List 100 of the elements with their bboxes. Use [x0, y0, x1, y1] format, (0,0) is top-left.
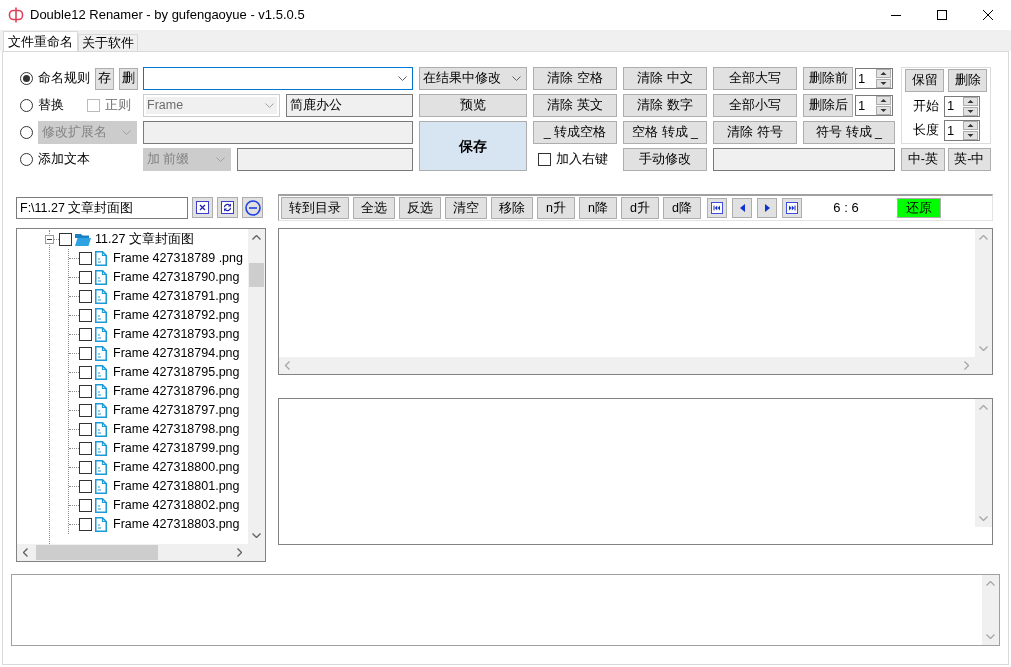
- spin-up-icon[interactable]: [963, 121, 978, 130]
- chevron-down-icon[interactable]: [512, 76, 521, 81]
- checkbox[interactable]: [79, 366, 92, 379]
- action-button[interactable]: 全部小写: [713, 94, 797, 117]
- file-label[interactable]: Frame 427318791.png: [113, 289, 240, 304]
- checkbox[interactable]: [79, 499, 92, 512]
- file-label[interactable]: Frame 427318792.png: [113, 308, 240, 323]
- action-button[interactable]: 清除 符号: [713, 121, 797, 144]
- close-icon[interactable]: [983, 10, 993, 20]
- toolbar-button[interactable]: n降: [579, 197, 617, 219]
- next-button[interactable]: [757, 198, 777, 218]
- file-label[interactable]: Frame 427318793.png: [113, 327, 240, 342]
- text-field[interactable]: [143, 121, 413, 144]
- number-spinner[interactable]: 1: [944, 120, 980, 141]
- file-label[interactable]: Frame 427318797.png: [113, 403, 240, 418]
- checkbox[interactable]: [59, 233, 72, 246]
- chevron-down-icon[interactable]: [252, 533, 261, 538]
- scrollbar-thumb[interactable]: [36, 545, 158, 560]
- toolbar-button[interactable]: 全选: [353, 197, 395, 219]
- mode-dropdown[interactable]: 在结果中修改: [419, 67, 527, 90]
- radio-button[interactable]: [20, 72, 33, 85]
- checkbox[interactable]: [79, 252, 92, 265]
- action-button[interactable]: 清除 数字: [623, 94, 707, 117]
- file-label[interactable]: Frame 427318803.png: [113, 517, 240, 532]
- checkbox[interactable]: [79, 461, 92, 474]
- preview-button[interactable]: 预览: [419, 94, 527, 117]
- keep-button[interactable]: 保留: [905, 69, 944, 92]
- folder-label[interactable]: 11.27 文章封面图: [95, 232, 194, 247]
- tab[interactable]: 文件重命名: [3, 31, 78, 51]
- radio-button[interactable]: [20, 126, 33, 139]
- action-button[interactable]: 清除 英文: [533, 94, 617, 117]
- previous-button[interactable]: [732, 198, 752, 218]
- minimize-icon[interactable]: [891, 14, 901, 16]
- action-button[interactable]: 清除 中文: [623, 67, 707, 90]
- file-label[interactable]: Frame 427318800.png: [113, 460, 240, 475]
- file-label[interactable]: Frame 427318795.png: [113, 365, 240, 380]
- action-button[interactable]: 符号 转成 _: [803, 121, 895, 144]
- triangle-left-icon[interactable]: [739, 204, 745, 212]
- checkbox[interactable]: [79, 442, 92, 455]
- checkbox[interactable]: [79, 271, 92, 284]
- save-button[interactable]: 保存: [419, 121, 527, 171]
- chevron-down-icon[interactable]: [398, 76, 407, 81]
- checkbox[interactable]: [79, 404, 92, 417]
- delete-rule-button[interactable]: 删: [119, 67, 138, 90]
- toolbar-button[interactable]: 转到目录: [281, 197, 349, 219]
- radio-button[interactable]: [20, 153, 33, 166]
- file-label[interactable]: Frame 427318790.png: [113, 270, 240, 285]
- checkbox[interactable]: [79, 480, 92, 493]
- restore-button[interactable]: 还原: [897, 198, 941, 218]
- action-button[interactable]: 删除前: [803, 67, 853, 90]
- toolbar-button[interactable]: 移除: [491, 197, 533, 219]
- toolbar-button[interactable]: 反选: [399, 197, 441, 219]
- toolbar-button[interactable]: d升: [621, 197, 659, 219]
- file-label[interactable]: Frame 427318799.png: [113, 441, 240, 456]
- file-label[interactable]: Frame 427318794.png: [113, 346, 240, 361]
- spin-up-icon[interactable]: [963, 96, 978, 106]
- rule-dropdown[interactable]: [143, 67, 413, 90]
- checkbox[interactable]: [79, 328, 92, 341]
- toolbar-button[interactable]: d降: [663, 197, 701, 219]
- number-spinner[interactable]: 1: [855, 95, 893, 116]
- checkbox[interactable]: [79, 290, 92, 303]
- spin-down-icon[interactable]: [963, 131, 978, 140]
- text-field[interactable]: F:\11.27 文章封面图: [16, 197, 188, 219]
- text-field[interactable]: [713, 148, 895, 171]
- manual-edit-button[interactable]: 手动修改: [623, 148, 707, 171]
- text-field[interactable]: 简鹿办公: [286, 94, 413, 117]
- translate-button[interactable]: 中-英: [901, 148, 945, 171]
- action-button[interactable]: 空格 转成 _: [623, 121, 707, 144]
- spin-down-icon[interactable]: [876, 106, 891, 115]
- chevron-up-icon[interactable]: [252, 235, 261, 240]
- action-button[interactable]: 删除后: [803, 94, 853, 117]
- toolbar-button[interactable]: 清空: [445, 197, 487, 219]
- file-label[interactable]: Frame 427318789 .png: [113, 251, 243, 266]
- action-button[interactable]: 清除 空格: [533, 67, 617, 90]
- checkbox[interactable]: [538, 153, 551, 166]
- remove-button[interactable]: 删除: [948, 69, 987, 92]
- spin-down-icon[interactable]: [963, 106, 978, 116]
- number-spinner[interactable]: 1: [855, 68, 893, 89]
- scrollbar-thumb[interactable]: [249, 263, 264, 287]
- file-label[interactable]: Frame 427318801.png: [113, 479, 240, 494]
- spin-down-icon[interactable]: [876, 79, 891, 88]
- text-field[interactable]: [237, 148, 413, 171]
- spin-up-icon[interactable]: [876, 96, 891, 105]
- number-spinner[interactable]: 1: [944, 95, 980, 117]
- triangle-right-icon[interactable]: [764, 204, 770, 212]
- translate-button[interactable]: 英-中: [947, 148, 991, 171]
- checkbox[interactable]: [79, 423, 92, 436]
- maximize-icon[interactable]: [937, 10, 947, 20]
- checkbox[interactable]: [79, 385, 92, 398]
- checkbox[interactable]: [79, 309, 92, 322]
- file-label[interactable]: Frame 427318796.png: [113, 384, 240, 399]
- spin-up-icon[interactable]: [876, 69, 891, 78]
- action-button[interactable]: 全部大写: [713, 67, 797, 90]
- chevron-right-icon[interactable]: [237, 548, 242, 557]
- radio-button[interactable]: [20, 99, 33, 112]
- file-label[interactable]: Frame 427318802.png: [113, 498, 240, 513]
- action-button[interactable]: _ 转成空格: [533, 121, 617, 144]
- checkbox[interactable]: [79, 518, 92, 531]
- chevron-left-icon[interactable]: [23, 548, 28, 557]
- checkbox[interactable]: [79, 347, 92, 360]
